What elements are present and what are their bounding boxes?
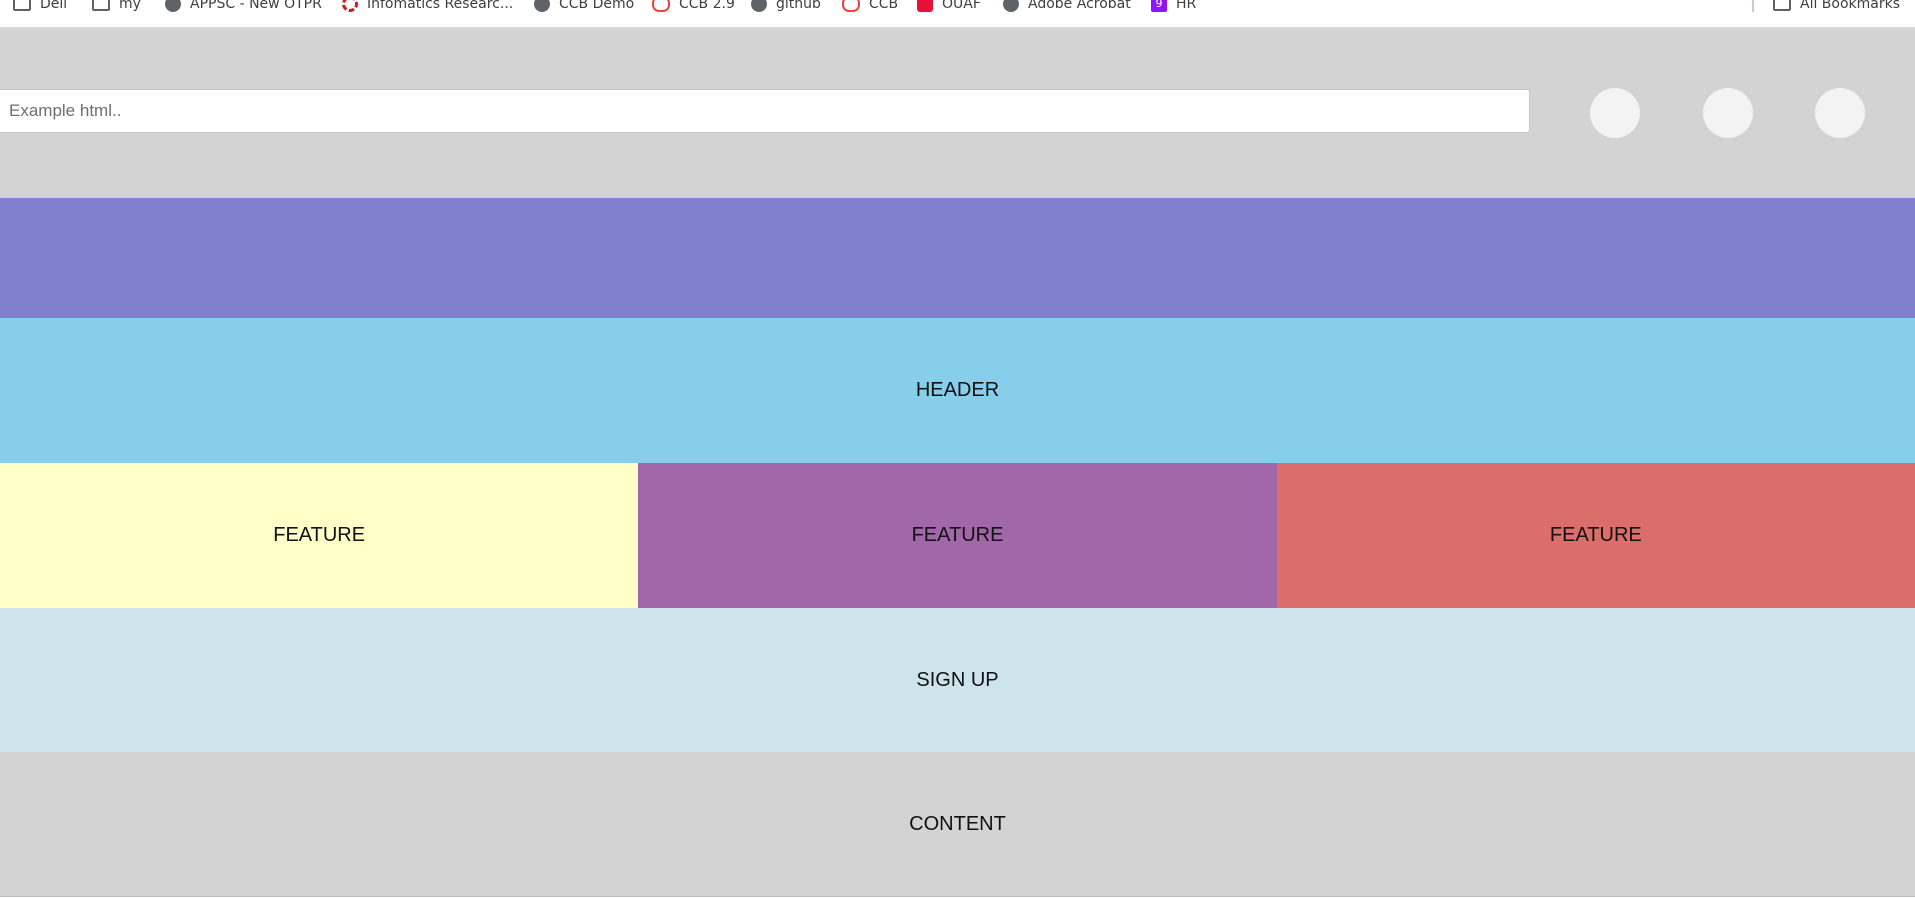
folder-icon bbox=[13, 0, 31, 11]
features-row: FEATURE FEATURE FEATURE bbox=[0, 463, 1915, 608]
feature-2: FEATURE bbox=[638, 463, 1277, 608]
bookmark-label: HR bbox=[1176, 0, 1197, 12]
bookmark-ouaf[interactable]: OUAF bbox=[917, 0, 981, 14]
all-bookmarks[interactable]: All Bookmarks bbox=[1773, 0, 1900, 14]
circle-button-2[interactable] bbox=[1703, 88, 1753, 138]
feature-1: FEATURE bbox=[0, 463, 639, 608]
globe-icon bbox=[751, 0, 767, 12]
bookmark-dell[interactable]: Dell bbox=[13, 0, 67, 14]
bookmarks-bar: Dell my APPSC - New OTPR Infomatics Rese… bbox=[0, 0, 1915, 28]
bookmark-adobe-acrobat[interactable]: Adobe Acrobat bbox=[1003, 0, 1131, 14]
signup-label: SIGN UP bbox=[916, 668, 999, 691]
globe-icon bbox=[165, 0, 181, 12]
bookmark-my[interactable]: my bbox=[92, 0, 141, 14]
bookmark-appsc[interactable]: APPSC - New OTPR bbox=[165, 0, 322, 14]
bookmark-label: APPSC - New OTPR bbox=[190, 0, 322, 12]
circle-button-3[interactable] bbox=[1815, 88, 1865, 138]
nav-band bbox=[0, 198, 1915, 318]
all-bookmarks-label: All Bookmarks bbox=[1800, 0, 1901, 12]
hr-icon: 9 bbox=[1151, 0, 1167, 12]
bookmark-label: OUAF bbox=[942, 0, 981, 12]
cloud-icon bbox=[842, 0, 860, 12]
oracle-icon bbox=[917, 0, 933, 12]
bookmark-label: CCB 2.9 bbox=[679, 0, 735, 12]
cloud-icon bbox=[652, 0, 670, 12]
folder-icon bbox=[92, 0, 110, 11]
bookmark-label: CCB Demo bbox=[559, 0, 635, 12]
bookmark-ccb-demo[interactable]: CCB Demo bbox=[534, 0, 634, 14]
header-label: HEADER bbox=[915, 379, 1000, 401]
informatics-icon bbox=[342, 0, 358, 12]
circle-button-1[interactable] bbox=[1590, 88, 1640, 138]
bookmark-label: Adobe Acrobat bbox=[1028, 0, 1131, 12]
globe-icon bbox=[534, 0, 550, 12]
bookmark-label: CCB bbox=[869, 0, 899, 12]
content-label: CONTENT bbox=[909, 812, 1006, 835]
globe-icon bbox=[1003, 0, 1019, 12]
bookmark-label: Dell bbox=[40, 0, 68, 12]
bookmarks-divider bbox=[1752, 0, 1754, 12]
bookmark-label: my bbox=[119, 0, 141, 12]
bookmark-hr[interactable]: 9 HR bbox=[1151, 0, 1196, 14]
feature-3: FEATURE bbox=[1276, 463, 1915, 608]
folder-icon bbox=[1773, 0, 1791, 11]
bookmark-informatics[interactable]: Infomatics Researc... bbox=[342, 0, 513, 14]
bookmark-ccb-29[interactable]: CCB 2.9 bbox=[652, 0, 735, 14]
feature-label: FEATURE bbox=[273, 524, 366, 546]
top-bar bbox=[0, 28, 1915, 198]
bookmark-label: Infomatics Researc... bbox=[367, 0, 514, 12]
signup-section: SIGN UP bbox=[0, 608, 1915, 752]
bookmark-ccb[interactable]: CCB bbox=[842, 0, 898, 14]
bookmark-label: github bbox=[776, 0, 821, 12]
content-section: CONTENT bbox=[0, 752, 1915, 897]
header-section: HEADER bbox=[0, 318, 1915, 463]
feature-label: FEATURE bbox=[911, 524, 1004, 546]
bookmark-github[interactable]: github bbox=[751, 0, 821, 14]
search-input[interactable] bbox=[0, 89, 1530, 133]
feature-label: FEATURE bbox=[1549, 524, 1642, 546]
